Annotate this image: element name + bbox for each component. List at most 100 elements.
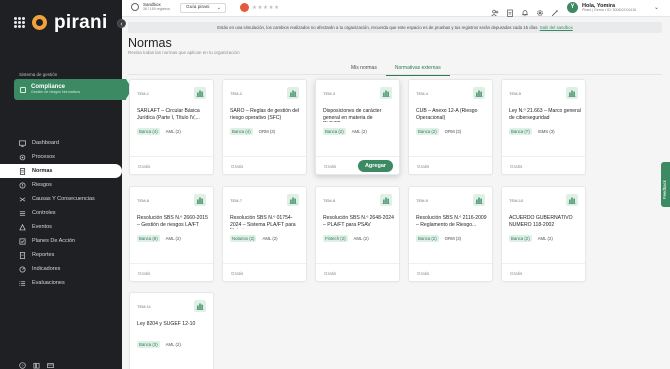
sandbox-banner: Estás en una simulación, los cambios rea… — [128, 22, 662, 33]
norm-card[interactable]: TEM-2 SARO – Reglas de gestión del riesgo… — [222, 79, 307, 175]
compliance-icon — [20, 86, 26, 93]
card-tags: Banca (4) AML (2) — [137, 128, 183, 135]
norm-card[interactable]: TEM-10 ACUERDO GUBERNATIVO NUMERO 118-200… — [501, 186, 586, 282]
apps-grid-icon[interactable] — [14, 17, 25, 28]
bell-icon[interactable] — [521, 4, 529, 17]
rating-widget[interactable]: ★★★★★ — [240, 3, 280, 12]
card-title: Resolución SBS N.º 2648-2024 – PLA/FT pa… — [323, 215, 394, 228]
tag-chip: Banca (7) — [509, 128, 532, 135]
dashboard-icon — [19, 140, 26, 147]
cause-icon — [19, 196, 26, 202]
card-tags: Banca (3) AML (2) — [137, 341, 183, 348]
sandbox-records: 36 / 150 registros — [143, 6, 171, 11]
norm-card[interactable]: TEM-5 Ley N.º 21.663 – Marco general de c… — [501, 79, 586, 175]
indicators-icon — [19, 266, 26, 273]
card-title: Resolución SBS N.º 2660-2015 – Gestión d… — [137, 215, 208, 228]
card-title: ACUERDO GUBERNATIVO NUMERO 118-2002 — [509, 215, 573, 228]
guide-label: Guía pirani — [186, 5, 210, 10]
tag-chip: AML (2) — [353, 236, 369, 241]
collapse-sidebar-button[interactable]: ‹ — [117, 19, 126, 28]
brand-logo[interactable]: pirani — [14, 13, 108, 32]
norm-card[interactable]: TEM-8 Resolución SBS N.º 2648-2024 – PLA/… — [315, 186, 400, 282]
sidebar-item-causas[interactable]: Causas Y Consecuencias — [0, 192, 122, 206]
user-menu[interactable]: Y Hola, Yomira Pirani | Demo • ID: 3008X… — [567, 2, 636, 13]
sidebar-item-label: Reportes — [32, 252, 55, 258]
magic-wand-icon[interactable] — [551, 4, 559, 17]
tag-chip: AML (2) — [537, 236, 553, 241]
library-icon[interactable] — [33, 356, 40, 369]
card-tags: Banca (7) ISMS (3) — [509, 128, 557, 135]
banner-text: Estás en una simulación, los cambios rea… — [217, 25, 539, 30]
card-divider — [409, 156, 492, 157]
card-code: TEM-4 — [416, 91, 428, 96]
card-divider — [223, 156, 306, 157]
sidebar-item-procesos[interactable]: Procesos — [0, 150, 122, 164]
tag-chip: ISMS (3) — [537, 129, 555, 134]
card-divider — [409, 263, 492, 264]
feedback-tab[interactable]: Feedback — [661, 162, 670, 207]
sidebar-item-label: Planes De Acción — [32, 238, 76, 244]
sidebar-item-indicadores[interactable]: Indicadores — [0, 262, 122, 276]
events-icon — [19, 224, 26, 231]
system-selector[interactable]: Compliance Gestión de riesgos Normativos — [14, 79, 132, 100]
card-price: Gratis — [417, 164, 430, 169]
norm-card[interactable]: TEM-4 CUB – Anexo 12-A (Riesgo Operaciona… — [408, 79, 493, 175]
topbar-actions — [491, 4, 559, 17]
tag-chip: Banca (4) — [230, 128, 253, 135]
controls-icon — [19, 210, 26, 216]
bar-chart-icon — [566, 194, 578, 206]
tag-chip: Banca (2) — [323, 128, 346, 135]
page-subtitle: Revisa todas las normas que aplican en t… — [128, 50, 240, 55]
tag-chip: Banca (2) — [416, 235, 439, 242]
sidebar-item-reportes[interactable]: Reportes — [0, 248, 122, 262]
card-price: Gratis — [324, 271, 337, 276]
sandbox-indicator[interactable]: Sandbox 36 / 150 registros — [131, 2, 171, 12]
tag-chip: Banca (2) — [509, 235, 532, 242]
exit-sandbox-link[interactable]: Salir del sandbox — [540, 25, 573, 30]
sidebar-item-controles[interactable]: Controles — [0, 206, 122, 220]
norm-card[interactable]: TEM-1 SARLAFT – Circular Básica Jurídica … — [129, 79, 214, 175]
card-tags: Banca (2) ORM (3) — [416, 128, 463, 135]
card-code: TEM-8 — [323, 198, 335, 203]
avatar[interactable]: Y — [567, 2, 578, 13]
sidebar-item-evaluaciones[interactable]: Evaluaciones — [0, 276, 122, 290]
tag-chip: AML (2) — [351, 129, 367, 134]
sidebar-footer: ? — [19, 356, 54, 369]
tag-chip: Banca (4) — [137, 128, 160, 135]
sidebar-item-planes[interactable]: Planes De Acción — [0, 234, 122, 248]
chevron-down-icon[interactable]: ⌄ — [654, 4, 659, 11]
norm-card[interactable]: TEM-3 Disposiciones de carácter general e… — [315, 79, 400, 175]
add-norm-button[interactable]: Agregar — [358, 160, 393, 172]
gear-icon[interactable] — [536, 4, 544, 16]
guide-dropdown[interactable]: Guía pirani ⌄ — [180, 3, 226, 13]
card-tags: Banca (2) AML (2) — [323, 128, 369, 135]
users-icon[interactable] — [491, 4, 499, 17]
norm-card[interactable]: TEM-7 Resolución SBS N.º 01754-2024 – Sis… — [222, 186, 307, 282]
star-rating-icon[interactable]: ★★★★★ — [252, 5, 280, 11]
card-divider — [223, 263, 306, 264]
sidebar-item-riesgos[interactable]: Riesgos — [0, 178, 122, 192]
card-code: TEM-11 — [137, 304, 151, 309]
norm-card[interactable]: TEM-9 Resolución SBS N.º 2116-2009 – Regl… — [408, 186, 493, 282]
sidebar-item-label: Evaluaciones — [32, 280, 65, 286]
sidebar-item-eventos[interactable]: Eventos — [0, 220, 122, 234]
process-icon — [19, 154, 26, 161]
tag-chip: Banca (2) — [416, 128, 439, 135]
card-price: Gratis — [138, 164, 151, 169]
sidebar-item-label: Dashboard — [32, 140, 59, 146]
card-price: Gratis — [231, 164, 244, 169]
sidebar-item-dashboard[interactable]: Dashboard — [0, 136, 122, 150]
svg-text:?: ? — [21, 363, 24, 368]
help-icon[interactable]: ? — [19, 356, 26, 369]
norm-card[interactable]: TEM-11 Ley 8204 y SUGEF 12-10 Banca (3) AML… — [129, 292, 214, 369]
bar-chart-icon — [194, 194, 206, 206]
card-title: SARO – Reglas de gestión del riesgo oper… — [230, 108, 300, 121]
card-icon[interactable] — [47, 356, 54, 368]
norm-card[interactable]: TEM-6 Resolución SBS N.º 2660-2015 – Gest… — [129, 186, 214, 282]
sidebar-item-normas[interactable]: Normas — [0, 164, 122, 178]
clipboard-icon[interactable] — [506, 4, 514, 17]
app-root: pirani ‹ Sistema de gestión Compliance G… — [0, 0, 670, 369]
card-price: Gratis — [510, 271, 523, 276]
card-title: CUB – Anexo 12-A (Riesgo Operacional) — [416, 108, 478, 121]
card-tags: Fintech (2) AML (2) — [323, 235, 371, 242]
